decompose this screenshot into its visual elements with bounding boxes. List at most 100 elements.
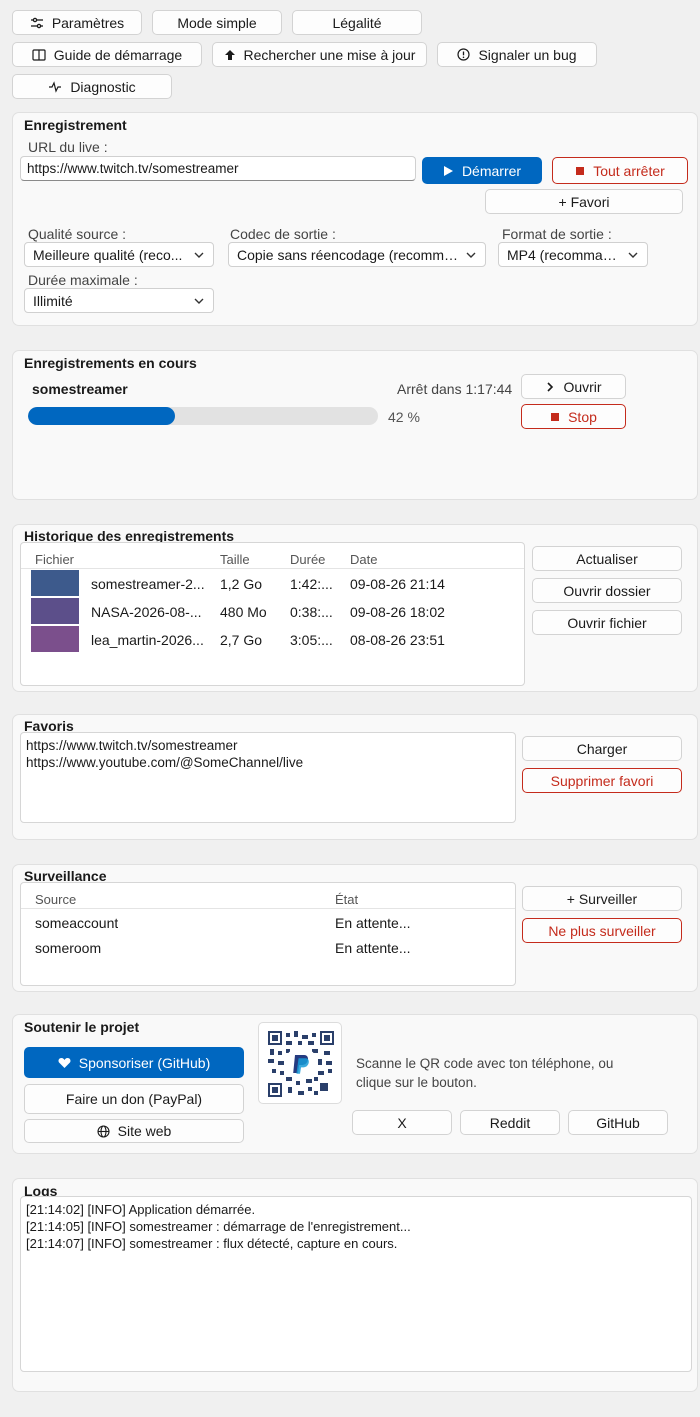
x-button[interactable]: X <box>352 1110 452 1135</box>
x-label: X <box>397 1114 407 1131</box>
qr-text-line-2: clique sur le bouton. <box>356 1075 477 1090</box>
file-duration: 0:38:... <box>290 604 333 620</box>
chevron-down-icon <box>194 298 204 304</box>
github-button[interactable]: GitHub <box>568 1110 668 1135</box>
simple-mode-label: Mode simple <box>177 14 257 31</box>
update-label: Rechercher une mise à jour <box>243 46 416 63</box>
alert-circle-icon <box>457 48 471 61</box>
log-line: [21:14:05] [INFO] somestreamer : démarra… <box>26 1219 411 1234</box>
watch-state: En attente... <box>335 915 411 931</box>
list-item[interactable]: https://www.twitch.tv/somestreamer <box>26 738 238 753</box>
log-line: [21:14:02] [INFO] Application démarrée. <box>26 1202 256 1217</box>
file-size: 1,2 Go <box>220 576 263 592</box>
github-label: GitHub <box>596 1114 640 1131</box>
update-button[interactable]: Rechercher une mise à jour <box>212 42 427 67</box>
history-table: Fichier Taille Durée Date somestreamer-2… <box>20 542 525 686</box>
format-select[interactable]: MP4 (recomman... <box>498 242 648 267</box>
progress-fill <box>28 407 175 425</box>
website-button[interactable]: Site web <box>24 1119 244 1143</box>
open-folder-label: Ouvrir dossier <box>563 582 651 599</box>
column-duration[interactable]: Durée <box>290 552 325 567</box>
open-file-label: Ouvrir fichier <box>567 614 647 631</box>
watch-state: En attente... <box>335 940 411 956</box>
quality-value: Meilleure qualité (reco... <box>33 246 183 263</box>
open-label: Ouvrir <box>563 378 602 395</box>
open-button[interactable]: Ouvrir <box>521 374 626 399</box>
table-row[interactable]: someaccount En attente... <box>21 911 515 935</box>
column-state[interactable]: État <box>335 892 358 907</box>
duration-select[interactable]: Illimité <box>24 288 214 313</box>
list-item[interactable]: https://www.youtube.com/@SomeChannel/liv… <box>26 755 303 770</box>
thumbnail <box>31 570 79 596</box>
favorites-list[interactable]: https://www.twitch.tv/somestreamer https… <box>20 732 516 823</box>
qr-code-icon <box>268 1031 334 1097</box>
add-watch-button[interactable]: + Surveiller <box>522 886 682 911</box>
thumbnail <box>31 598 79 624</box>
bug-label: Signaler un bug <box>478 46 577 63</box>
guide-button[interactable]: Guide de démarrage <box>12 42 202 67</box>
sponsor-button[interactable]: Sponsoriser (GitHub) <box>24 1047 244 1078</box>
table-row[interactable]: NASA-2026-08-... 480 Mo 0:38:... 09-08-2… <box>21 598 524 625</box>
start-button[interactable]: Démarrer <box>422 157 542 184</box>
table-row[interactable]: lea_martin-2026... 2,7 Go 3:05:... 08-08… <box>21 626 524 653</box>
globe-icon <box>97 1124 110 1138</box>
url-input[interactable]: https://www.twitch.tv/somestreamer <box>20 156 416 181</box>
remove-favorite-button[interactable]: Supprimer favori <box>522 768 682 793</box>
file-duration: 3:05:... <box>290 632 333 648</box>
file-size: 480 Mo <box>220 604 267 620</box>
chevron-right-icon <box>545 381 555 393</box>
file-date: 09-08-26 21:14 <box>350 576 445 592</box>
open-folder-button[interactable]: Ouvrir dossier <box>532 578 682 603</box>
watch-source: someaccount <box>35 915 119 931</box>
stop-square-icon <box>575 166 585 176</box>
load-favorite-button[interactable]: Charger <box>522 736 682 761</box>
quality-select[interactable]: Meilleure qualité (reco... <box>24 242 214 267</box>
active-title: Enregistrements en cours <box>24 355 197 371</box>
logs-textarea[interactable]: [21:14:02] [INFO] Application démarrée. … <box>20 1196 692 1372</box>
codec-label: Codec de sortie : <box>230 226 336 242</box>
table-header <box>21 543 524 569</box>
legal-button[interactable]: Légalité <box>292 10 422 35</box>
file-name: lea_martin-2026... <box>91 632 204 648</box>
stop-button[interactable]: Stop <box>521 404 626 429</box>
column-date[interactable]: Date <box>350 552 377 567</box>
chevron-down-icon <box>628 252 638 258</box>
codec-select[interactable]: Copie sans réencodage (recomma... <box>228 242 486 267</box>
open-file-button[interactable]: Ouvrir fichier <box>532 610 682 635</box>
add-favorite-button[interactable]: + Favori <box>485 189 683 214</box>
qr-code <box>258 1022 342 1104</box>
file-name: somestreamer-2... <box>91 576 205 592</box>
column-source[interactable]: Source <box>35 892 76 907</box>
refresh-label: Actualiser <box>576 550 638 567</box>
duration-label: Durée maximale : <box>28 272 138 288</box>
remove-watch-button[interactable]: Ne plus surveiller <box>522 918 682 943</box>
paypal-button[interactable]: Faire un don (PayPal) <box>24 1084 244 1114</box>
legal-label: Légalité <box>332 14 382 31</box>
file-name: NASA-2026-08-... <box>91 604 202 620</box>
guide-label: Guide de démarrage <box>53 46 183 63</box>
file-date: 08-08-26 23:51 <box>350 632 445 648</box>
report-bug-button[interactable]: Signaler un bug <box>437 42 597 67</box>
stop-all-button[interactable]: Tout arrêter <box>552 157 688 184</box>
book-icon <box>32 48 46 61</box>
column-file[interactable]: Fichier <box>35 552 74 567</box>
log-line: [21:14:07] [INFO] somestreamer : flux dé… <box>26 1236 398 1251</box>
table-row[interactable]: somestreamer-2... 1,2 Go 1:42:... 09-08-… <box>21 570 524 597</box>
quality-label: Qualité source : <box>28 226 127 242</box>
column-size[interactable]: Taille <box>220 552 250 567</box>
chevron-down-icon <box>194 252 204 258</box>
paypal-label: Faire un don (PayPal) <box>65 1091 203 1107</box>
settings-button[interactable]: Paramètres <box>12 10 142 35</box>
file-size: 2,7 Go <box>220 632 263 648</box>
diagnostic-button[interactable]: Diagnostic <box>12 74 172 99</box>
simple-mode-button[interactable]: Mode simple <box>152 10 282 35</box>
refresh-button[interactable]: Actualiser <box>532 546 682 571</box>
progress-bar <box>28 407 378 425</box>
stop-square-icon <box>550 412 560 422</box>
progress-text: 42 % <box>388 409 420 425</box>
heart-icon <box>58 1057 71 1069</box>
reddit-button[interactable]: Reddit <box>460 1110 560 1135</box>
table-row[interactable]: someroom En attente... <box>21 936 515 960</box>
add-favorite-label: + Favori <box>558 193 610 210</box>
watch-source: someroom <box>35 940 102 956</box>
